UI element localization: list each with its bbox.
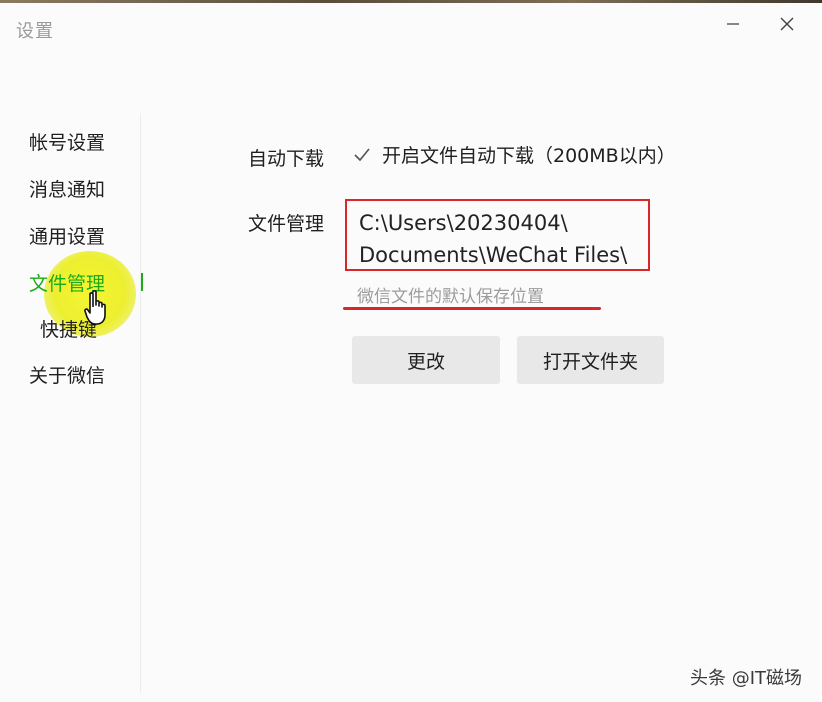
- change-button[interactable]: 更改: [352, 336, 500, 384]
- storage-path-line-1: C:\Users\20230404\: [359, 211, 568, 235]
- storage-path-display: C:\Users\20230404\ Documents\WeChat File…: [345, 199, 650, 271]
- close-button[interactable]: [764, 9, 810, 39]
- file-management-label: 文件管理: [248, 213, 325, 235]
- sidebar-item-general[interactable]: 通用设置: [29, 222, 105, 249]
- sidebar-item-notifications[interactable]: 消息通知: [29, 175, 105, 202]
- auto-download-label: 自动下载: [248, 148, 325, 170]
- storage-path-note: 微信文件的默认保存位置: [357, 287, 544, 307]
- open-folder-button[interactable]: 打开文件夹: [517, 336, 664, 384]
- minimize-icon: [727, 23, 739, 25]
- window-title: 设置: [16, 21, 54, 42]
- check-icon: [354, 147, 370, 161]
- sidebar-item-account[interactable]: 帐号设置: [29, 128, 105, 155]
- active-item-marker: [141, 273, 143, 291]
- close-icon: [780, 17, 794, 31]
- sidebar-item-about[interactable]: 关于微信: [29, 361, 105, 388]
- storage-path-line-2: Documents\WeChat Files\: [359, 243, 628, 267]
- auto-download-checkbox[interactable]: 开启文件自动下载（200MB以内）: [352, 141, 676, 168]
- minimize-button[interactable]: [710, 9, 756, 39]
- annotation-underline: [343, 307, 601, 310]
- hand-pointer-icon: [84, 290, 106, 325]
- settings-window: 设置 帐号设置 消息通知 通用设置 文件管理 快捷键 关于微信 自动下载 开启文…: [0, 3, 820, 702]
- watermark: 头条 @IT磁场: [689, 668, 802, 689]
- window-controls: [710, 9, 810, 39]
- auto-download-checkbox-label: 开启文件自动下载（200MB以内）: [382, 145, 676, 167]
